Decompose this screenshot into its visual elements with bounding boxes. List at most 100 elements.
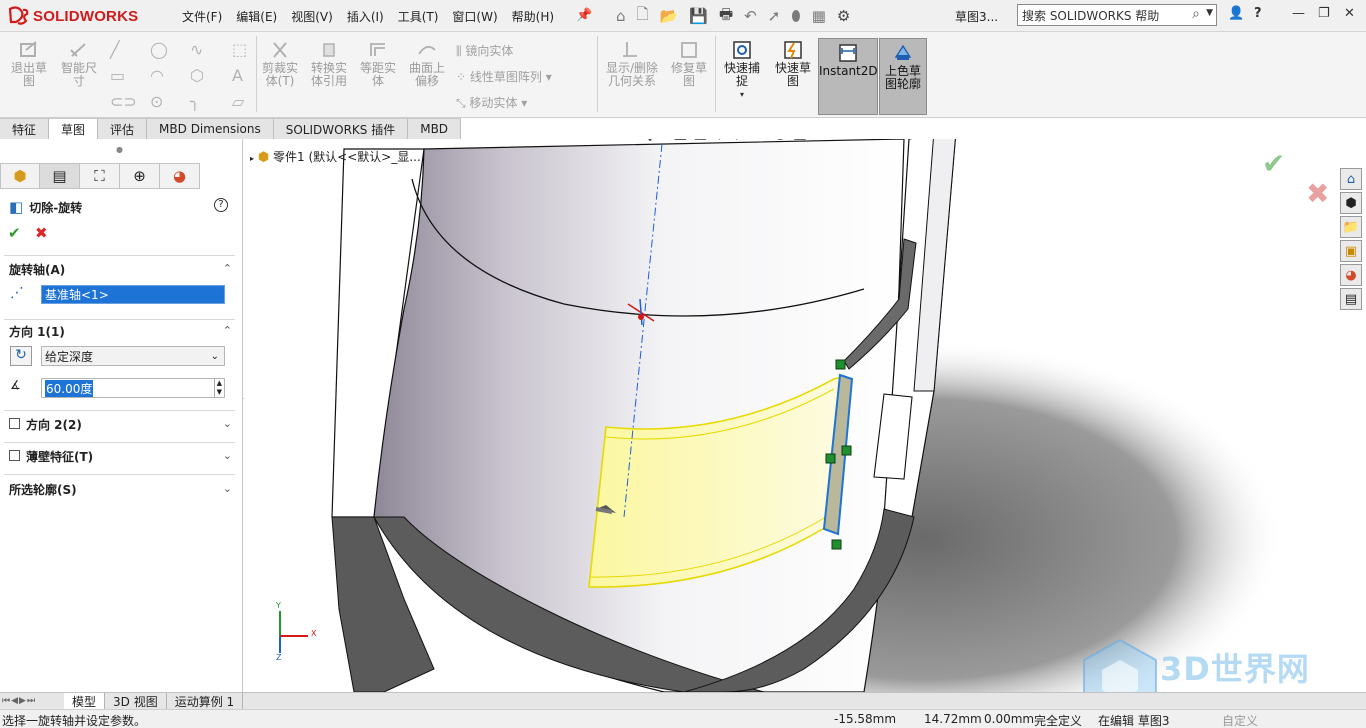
fillet-icon[interactable]: ╮ — [190, 92, 200, 111]
home-icon[interactable]: ⌂ — [616, 7, 626, 25]
tab-evaluate[interactable]: 评估 — [98, 118, 148, 139]
direction1-section-title[interactable]: 方向 1(1) — [9, 323, 65, 340]
print-icon[interactable]: 🖶 — [719, 4, 733, 29]
edit-appearance-icon[interactable]: ◔ — [774, 139, 787, 142]
menu-window[interactable]: 窗口(W) — [452, 8, 497, 25]
tab-motion-study[interactable]: 运动算例 1 — [167, 692, 244, 710]
relation-marker[interactable] — [835, 359, 846, 370]
shaded-sketch-contours-button[interactable]: 上色草 图轮廓 — [879, 38, 927, 115]
dimxpert-tab[interactable]: ⊕ — [120, 163, 160, 189]
solidworks-logo[interactable]: SOLIDWORKS — [8, 4, 158, 28]
display-delete-relations-button[interactable]: 显示/删除 几何关系 — [601, 40, 663, 88]
user-icon[interactable]: 👤 — [1228, 6, 1244, 21]
options-gear-icon[interactable]: ⚙ — [837, 7, 850, 25]
relation-marker[interactable] — [841, 445, 852, 456]
spin-buttons[interactable]: ▲ ▼ — [213, 379, 222, 397]
axis-section-title[interactable]: 旋转轴(A) — [9, 261, 65, 278]
move-entities-button[interactable]: ⤡ 移动实体 ▾ — [456, 94, 527, 111]
graphics-area[interactable]: Y X Z ▸ ⬢ 零件1 (默认<<默认>_显... ⤢ 🔍 ⌕ ◪ ▧ ⬗ … — [244, 139, 1366, 692]
text-icon[interactable]: A — [232, 66, 243, 85]
reverse-direction-icon[interactable]: ↻ — [10, 346, 32, 366]
spline-icon[interactable]: ∿ — [190, 40, 203, 59]
view-settings-icon[interactable]: ▭ — [813, 139, 827, 142]
end-condition-select[interactable]: 给定深度 ⌄ — [41, 346, 225, 366]
search-help-input[interactable]: 搜索 SOLIDWORKS 帮助 ⌕ ▼ — [1017, 4, 1217, 26]
tab-scroll-buttons[interactable]: ⏮ ◀ ▶ ⏭ — [0, 693, 64, 710]
status-units[interactable]: 自定义 — [1222, 712, 1258, 728]
next-tab-icon[interactable]: ▶ — [19, 696, 26, 706]
point-icon[interactable]: ⊙ — [150, 92, 163, 111]
thin-feature-checkbox[interactable] — [9, 450, 20, 461]
select-icon[interactable]: ➚ — [768, 7, 781, 25]
open-icon[interactable]: 📂 — [660, 7, 679, 25]
chevron-down-icon[interactable]: ⌄ — [223, 449, 232, 462]
display-style-icon[interactable]: ⬙ — [731, 139, 743, 142]
arc-icon[interactable]: ◠ — [150, 66, 164, 85]
close-button[interactable]: ✕ — [1344, 6, 1355, 21]
search-icon[interactable]: ⌕ — [1192, 6, 1200, 22]
slot-icon[interactable]: ⊂⊃ — [110, 92, 137, 111]
confirm-corner-cancel-icon[interactable]: ✖ — [1306, 177, 1329, 210]
chevron-down-icon[interactable]: ▼ — [1206, 8, 1213, 18]
angle-input[interactable]: 60.00度 ▲ ▼ — [41, 378, 225, 398]
section-view-icon[interactable]: ◪ — [673, 139, 687, 142]
last-tab-icon[interactable]: ⏭ — [27, 696, 35, 706]
chevron-up-icon[interactable]: ⌃ — [223, 262, 232, 275]
mirror-entities-button[interactable]: ⫼ 镜向实体 — [456, 42, 513, 59]
trim-entities-button[interactable]: 剪裁实 体(T) — [258, 40, 302, 88]
quick-snaps-button[interactable]: 快速捕 捉 ▾ — [718, 40, 766, 101]
menu-edit[interactable]: 编辑(E) — [236, 8, 277, 25]
hide-show-icon[interactable]: 👁 — [749, 139, 768, 142]
restore-button[interactable]: ❐ — [1318, 6, 1330, 21]
polygon-icon[interactable]: ⬡ — [190, 66, 204, 85]
direction2-section-title[interactable]: 方向 2(2) — [26, 416, 82, 433]
chevron-down-icon[interactable]: ⌄ — [223, 482, 232, 495]
expand-arrow-icon[interactable]: ▸ — [250, 154, 254, 163]
ok-button[interactable]: ✔ — [8, 224, 21, 242]
property-manager-tab[interactable]: ▤ — [40, 163, 80, 189]
tab-sketch[interactable]: 草图 — [49, 118, 99, 139]
convert-entities-button[interactable]: 转换实 体引用 — [306, 40, 352, 88]
offset-on-surface-button[interactable]: 曲面上 偏移 — [404, 40, 450, 88]
confirm-corner-ok-icon[interactable]: ✔ — [1262, 147, 1285, 180]
scene-icon[interactable]: ▦ — [793, 139, 807, 142]
dynamic-annotation-icon[interactable]: ▧ — [693, 139, 707, 142]
relation-marker[interactable] — [825, 453, 836, 464]
display-manager-tab[interactable]: ◕ — [160, 163, 200, 189]
construction-icon[interactable]: ⬚ — [232, 40, 247, 59]
smart-dimension-button[interactable]: 智能尺 寸 — [56, 40, 102, 88]
selected-contours-section-title[interactable]: 所选轮廓(S) — [9, 481, 77, 498]
menu-tools[interactable]: 工具(T) — [398, 8, 439, 25]
tab-solidworks-addins[interactable]: SOLIDWORKS 插件 — [273, 118, 409, 139]
feature-manager-tab[interactable]: ⬢ — [0, 163, 40, 189]
feature-tree-flyout[interactable]: ▸ ⬢ 零件1 (默认<<默认>_显... — [250, 148, 421, 165]
linear-pattern-button[interactable]: ⁘ 线性草图阵列 ▾ — [456, 68, 552, 85]
previous-view-icon[interactable]: ⌕ — [659, 139, 667, 142]
view-palette-icon[interactable]: ▣ — [1340, 240, 1362, 262]
repair-sketch-button[interactable]: 修复草 图 — [666, 40, 712, 88]
save-icon[interactable]: 💾 — [689, 7, 708, 25]
pin-icon[interactable]: 📌 — [576, 8, 592, 23]
first-tab-icon[interactable]: ⏮ — [2, 696, 10, 706]
relation-marker[interactable] — [831, 539, 842, 550]
plane-icon[interactable]: ▱ — [232, 92, 244, 111]
prev-tab-icon[interactable]: ◀ — [11, 696, 18, 706]
instant2d-button[interactable]: Instant2D — [818, 38, 878, 115]
help-icon[interactable]: ? — [214, 198, 228, 212]
appearances-icon[interactable]: ◕ — [1340, 264, 1362, 286]
tab-mbd[interactable]: MBD — [408, 118, 462, 139]
zoom-area-icon[interactable]: 🔍 — [634, 139, 653, 142]
new-document-icon[interactable]: 🗋 — [637, 4, 649, 29]
file-explorer-icon[interactable]: 📁 — [1340, 216, 1362, 238]
menu-file[interactable]: 文件(F) — [182, 8, 222, 25]
configuration-manager-tab[interactable]: ⛶ — [80, 163, 120, 189]
tab-3d-view[interactable]: 3D 视图 — [105, 692, 167, 710]
chevron-up-icon[interactable]: ⌃ — [223, 324, 232, 337]
panel-grip-icon[interactable]: ● — [116, 145, 123, 154]
rectangle-icon[interactable]: ▭ — [110, 66, 125, 85]
cancel-button[interactable]: ✖ — [35, 224, 48, 242]
menu-insert[interactable]: 插入(I) — [347, 8, 384, 25]
thin-feature-section-title[interactable]: 薄壁特征(T) — [26, 448, 93, 465]
axis-selection-box[interactable]: 基准轴<1> — [41, 285, 225, 304]
tab-mbd-dimensions[interactable]: MBD Dimensions — [147, 118, 274, 139]
